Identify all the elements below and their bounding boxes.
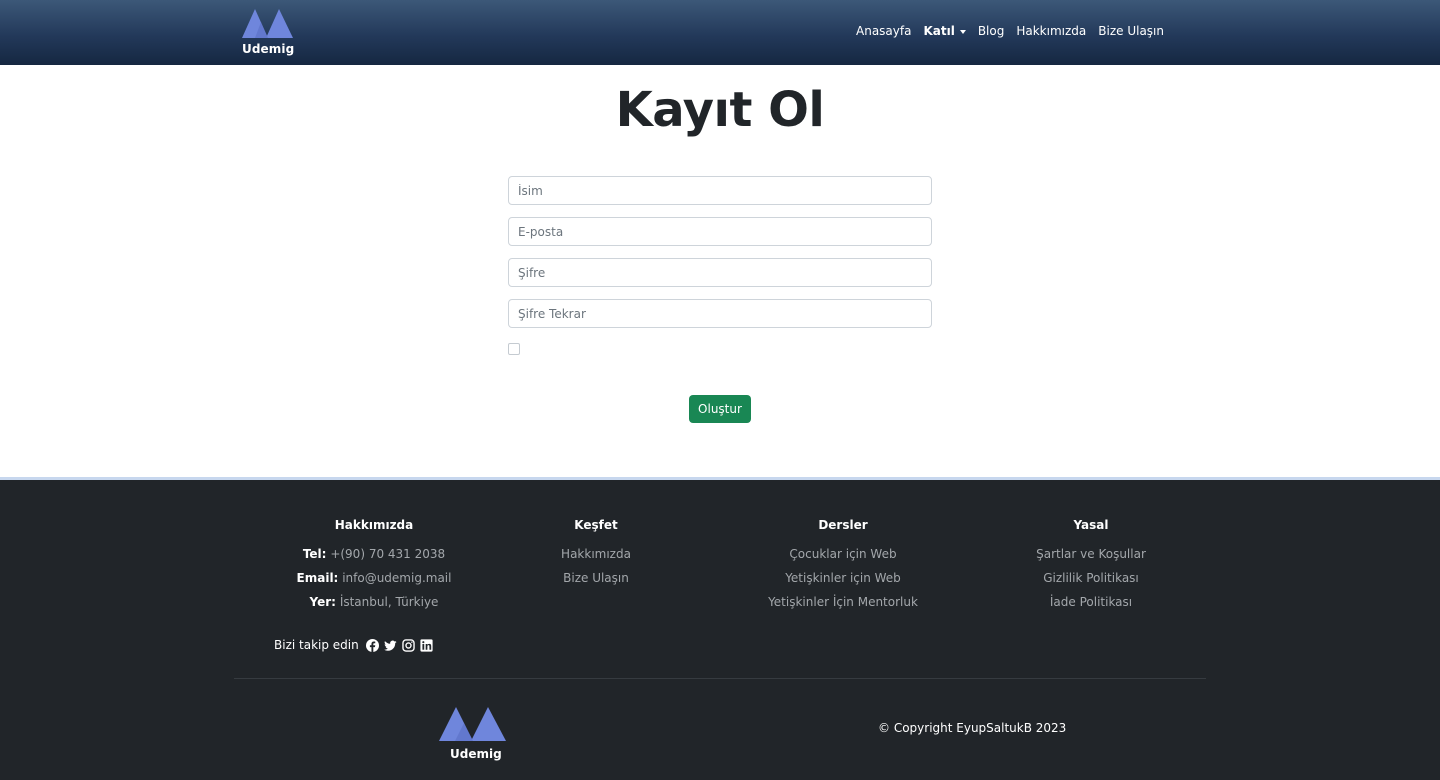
page-title: Kayıt Ol: [615, 82, 825, 138]
name-input[interactable]: [508, 176, 932, 205]
location-value: İstanbul, Türkiye: [339, 595, 439, 609]
footer-link-refund[interactable]: İade Politikası: [1050, 595, 1132, 609]
nav-link-about[interactable]: Hakkımızda: [1016, 24, 1086, 38]
agreement-checkbox[interactable]: [508, 343, 520, 355]
linkedin-icon[interactable]: [420, 638, 433, 652]
twitter-icon[interactable]: [383, 639, 397, 652]
footer-link-about[interactable]: Hakkımızda: [561, 547, 631, 561]
location-label: Yer:: [309, 595, 336, 609]
footer-brand-name: Udemig: [450, 747, 502, 761]
email-value: info@udemig.mail: [342, 571, 452, 585]
instagram-icon[interactable]: [402, 638, 415, 652]
create-button[interactable]: Oluştur: [689, 395, 751, 423]
facebook-icon[interactable]: [365, 638, 379, 652]
udemig-logo-icon: [242, 9, 293, 38]
footer-courses-title: Dersler: [818, 518, 868, 532]
nav-link-contact[interactable]: Bize Ulaşın: [1098, 24, 1164, 38]
nav-link-join-label: Katıl: [923, 24, 955, 38]
caret-down-icon: [959, 29, 966, 34]
footer-courses-column: Dersler Çocuklar için Web Yetişkinler iç…: [718, 518, 968, 618]
footer-tel: Tel: +(90) 70 431 2038: [249, 546, 499, 570]
footer-legal-column: Yasal Şartlar ve Koşullar Gizlilik Polit…: [966, 518, 1216, 618]
footer-link-privacy[interactable]: Gizlilik Politikası: [1043, 571, 1139, 585]
social-links: Bizi takip edin: [274, 638, 433, 652]
footer-link-terms[interactable]: Şartlar ve Koşullar: [1036, 547, 1146, 561]
footer-discover-title: Keşfet: [574, 518, 618, 532]
email-label: Email:: [296, 571, 339, 585]
tel-value: +(90) 70 431 2038: [330, 547, 446, 561]
nav-menu: Anasayfa Katıl Blog Hakkımızda Bize Ulaş…: [856, 24, 1164, 38]
footer: Hakkımızda Tel: +(90) 70 431 2038 Email:…: [0, 477, 1440, 780]
copyright-text: © Copyright EyupSaltukB 2023: [878, 721, 1067, 735]
footer-about-title: Hakkımızda: [334, 518, 414, 532]
email-input[interactable]: [508, 217, 932, 246]
footer-legal-title: Yasal: [1073, 518, 1109, 532]
footer-about-column: Hakkımızda Tel: +(90) 70 431 2038 Email:…: [249, 518, 499, 618]
footer-link-adults-web[interactable]: Yetişkinler için Web: [785, 571, 901, 585]
footer-link-adults-mentoring[interactable]: Yetişkinler İçin Mentorluk: [768, 595, 918, 609]
footer-link-kids-web[interactable]: Çocuklar için Web: [789, 547, 896, 561]
password-input[interactable]: [508, 258, 932, 287]
brand-name: Udemig: [242, 42, 295, 56]
nav-link-blog[interactable]: Blog: [978, 24, 1005, 38]
footer-link-contact[interactable]: Bize Ulaşın: [563, 571, 629, 585]
footer-location: Yer: İstanbul, Türkiye: [249, 594, 499, 618]
tel-label: Tel:: [302, 547, 327, 561]
nav-link-home[interactable]: Anasayfa: [856, 24, 911, 38]
nav-link-join[interactable]: Katıl: [923, 24, 966, 38]
navbar: Udemig Anasayfa Katıl Blog Hakkımızda Bi…: [0, 0, 1440, 65]
footer-brand-logo-link[interactable]: Udemig: [439, 705, 509, 765]
footer-divider: [234, 678, 1206, 679]
password-repeat-input[interactable]: [508, 299, 932, 328]
footer-email: Email: info@udemig.mail: [249, 570, 499, 594]
footer-discover-column: Keşfet Hakkımızda Bize Ulaşın: [471, 518, 721, 594]
follow-label: Bizi takip edin: [274, 638, 359, 652]
udemig-logo-icon: [439, 707, 506, 741]
brand-logo-link[interactable]: Udemig: [242, 8, 294, 60]
